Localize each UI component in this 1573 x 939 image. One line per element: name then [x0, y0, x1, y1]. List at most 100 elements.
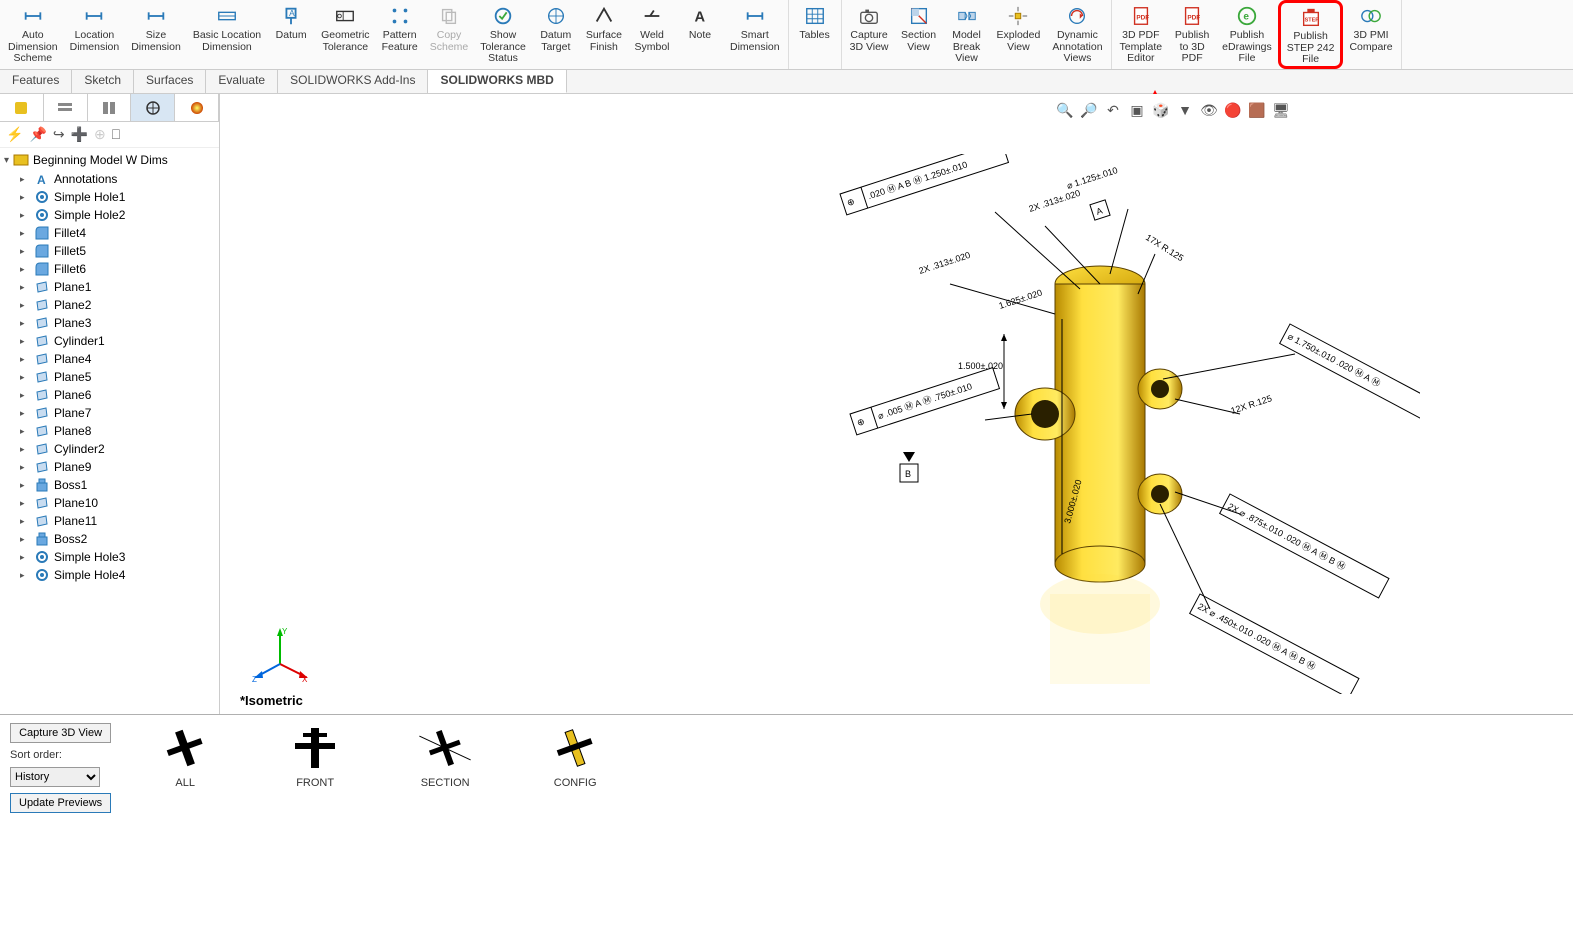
- tree-item-plane2[interactable]: ▸Plane2: [0, 296, 219, 314]
- thumbnail-all[interactable]: ALL: [135, 723, 235, 789]
- expand-icon[interactable]: ▸: [20, 228, 30, 239]
- section-view-icon[interactable]: ▣: [1127, 100, 1147, 120]
- expand-icon[interactable]: ▸: [20, 318, 30, 329]
- tree-item-simplehole4[interactable]: ▸Simple Hole4: [0, 566, 219, 584]
- auto-dimension-scheme-button[interactable]: AutoDimensionScheme: [2, 0, 64, 69]
- expand-icon[interactable]: ▸: [20, 192, 30, 203]
- tree-item-plane6[interactable]: ▸Plane6: [0, 386, 219, 404]
- geometric-tolerance-button[interactable]: GeometricTolerance: [315, 0, 375, 69]
- expand-icon[interactable]: ▸: [20, 426, 30, 437]
- render-icon[interactable]: 🖥: [1271, 100, 1291, 120]
- exploded-view-button[interactable]: ExplodedView: [991, 0, 1047, 69]
- tree-item-plane5[interactable]: ▸Plane5: [0, 368, 219, 386]
- tab-surfaces[interactable]: Surfaces: [134, 70, 206, 93]
- sort-order-select[interactable]: History: [10, 767, 100, 787]
- 3dpdf-template-editor-button[interactable]: PDF3D PDFTemplateEditor: [1114, 0, 1169, 69]
- tree-item-cylinder2[interactable]: ▸Cylinder2: [0, 440, 219, 458]
- tab-solidworks-mbd[interactable]: SOLIDWORKS MBD: [428, 70, 566, 93]
- expand-icon[interactable]: ▸: [20, 570, 30, 581]
- arrow-icon[interactable]: ↪: [53, 126, 65, 143]
- expand-icon[interactable]: ▸: [20, 444, 30, 455]
- expand-icon[interactable]: ▸: [20, 516, 30, 527]
- section-view-button[interactable]: SectionView: [895, 0, 943, 69]
- capture-3d-view-button[interactable]: Capture3D View: [844, 0, 895, 69]
- tree-item-plane4[interactable]: ▸Plane4: [0, 350, 219, 368]
- expand-icon[interactable]: ▸: [20, 390, 30, 401]
- note-button[interactable]: ANote: [676, 0, 724, 69]
- expand-icon[interactable]: ▸: [20, 210, 30, 221]
- tree-item-plane9[interactable]: ▸Plane9: [0, 458, 219, 476]
- expand-icon[interactable]: ▸: [20, 246, 30, 257]
- tree-item-annotations[interactable]: ▸AAnnotations: [0, 170, 219, 188]
- view-orientation-icon[interactable]: 🎲: [1151, 100, 1171, 120]
- tree-item-plane1[interactable]: ▸Plane1: [0, 278, 219, 296]
- plus-icon[interactable]: ➕: [71, 126, 88, 143]
- update-previews-button[interactable]: Update Previews: [10, 793, 111, 813]
- expand-icon[interactable]: ▸: [20, 372, 30, 383]
- appearance-icon[interactable]: 🔴: [1223, 100, 1243, 120]
- surface-finish-button[interactable]: SurfaceFinish: [580, 0, 628, 69]
- tree-item-fillet6[interactable]: ▸Fillet6: [0, 260, 219, 278]
- tree-item-fillet4[interactable]: ▸Fillet4: [0, 224, 219, 242]
- publish-step242-button[interactable]: STEPPublishSTEP 242File: [1278, 0, 1344, 69]
- thumbnail-config[interactable]: CONFIG: [525, 723, 625, 789]
- show-tolerance-status-button[interactable]: ShowToleranceStatus: [474, 0, 532, 69]
- tree-root-node[interactable]: ▾Beginning Model W Dims: [0, 150, 219, 170]
- tab-sketch[interactable]: Sketch: [72, 70, 134, 93]
- size-dimension-button[interactable]: SizeDimension: [125, 0, 187, 69]
- config-tab[interactable]: [88, 94, 132, 121]
- scene-icon[interactable]: 🟫: [1247, 100, 1267, 120]
- tree-item-plane8[interactable]: ▸Plane8: [0, 422, 219, 440]
- model-break-view-button[interactable]: ModelBreakView: [943, 0, 991, 69]
- pattern-feature-button[interactable]: PatternFeature: [376, 0, 424, 69]
- tree-item-simplehole2[interactable]: ▸Simple Hole2: [0, 206, 219, 224]
- expand-icon[interactable]: ▸: [20, 498, 30, 509]
- dynamic-annotation-views-button[interactable]: DynamicAnnotationViews: [1046, 0, 1108, 69]
- expand-icon[interactable]: ▾: [4, 155, 9, 166]
- tree-item-boss2[interactable]: ▸Boss2: [0, 530, 219, 548]
- hide-show-icon[interactable]: 👁: [1199, 100, 1219, 120]
- appearance-tab[interactable]: [175, 94, 219, 121]
- tables-button[interactable]: Tables: [791, 0, 839, 69]
- zoom-area-icon[interactable]: 🔎: [1079, 100, 1099, 120]
- datum-button[interactable]: ADatum: [267, 0, 315, 69]
- weld-symbol-button[interactable]: WeldSymbol: [628, 0, 676, 69]
- tree-item-plane7[interactable]: ▸Plane7: [0, 404, 219, 422]
- graphics-viewport[interactable]: 🔍 🔎 ↶ ▣ 🎲 ▼ 👁 🔴 🟫 🖥: [220, 94, 1573, 714]
- tree-item-plane11[interactable]: ▸Plane11: [0, 512, 219, 530]
- expand-icon[interactable]: ▸: [20, 336, 30, 347]
- basic-location-dimension-button[interactable]: Basic LocationDimension: [187, 0, 267, 69]
- tab-evaluate[interactable]: Evaluate: [206, 70, 278, 93]
- location-dimension-button[interactable]: LocationDimension: [64, 0, 126, 69]
- property-tab[interactable]: [44, 94, 88, 121]
- publish-edrawings-button[interactable]: ePublisheDrawingsFile: [1216, 0, 1278, 69]
- capture-3d-view-button[interactable]: Capture 3D View: [10, 723, 111, 743]
- expand-icon[interactable]: ▸: [20, 552, 30, 563]
- tree-item-fillet5[interactable]: ▸Fillet5: [0, 242, 219, 260]
- smart-dimension-button[interactable]: SmartDimension: [724, 0, 786, 69]
- expand-icon[interactable]: ▸: [20, 300, 30, 311]
- dimxpert-tab[interactable]: [131, 94, 175, 121]
- pin-icon[interactable]: 📌: [29, 126, 46, 143]
- expand-icon[interactable]: ▸: [20, 408, 30, 419]
- feature-tree-tab[interactable]: [0, 94, 44, 121]
- tree-item-simplehole3[interactable]: ▸Simple Hole3: [0, 548, 219, 566]
- prev-view-icon[interactable]: ↶: [1103, 100, 1123, 120]
- expand-icon[interactable]: ▸: [20, 480, 30, 491]
- filter-icon[interactable]: ⚡: [6, 126, 23, 143]
- tree-item-plane10[interactable]: ▸Plane10: [0, 494, 219, 512]
- tab-solidworks-add-ins[interactable]: SOLIDWORKS Add-Ins: [278, 70, 428, 93]
- datum-target-button[interactable]: DatumTarget: [532, 0, 580, 69]
- 3d-pmi-compare-button[interactable]: 3D PMICompare: [1343, 0, 1398, 69]
- expand-icon[interactable]: ▸: [20, 534, 30, 545]
- display-style-icon[interactable]: ▼: [1175, 100, 1195, 120]
- tree-item-plane3[interactable]: ▸Plane3: [0, 314, 219, 332]
- thumbnail-front[interactable]: FRONT: [265, 723, 365, 789]
- tree-item-simplehole1[interactable]: ▸Simple Hole1: [0, 188, 219, 206]
- publish-3d-pdf-button[interactable]: PDFPublishto 3DPDF: [1168, 0, 1216, 69]
- expand-icon[interactable]: ▸: [20, 282, 30, 293]
- bracket-icon[interactable]: ⎕: [112, 126, 120, 143]
- expand-icon[interactable]: ▸: [20, 174, 30, 185]
- tab-features[interactable]: Features: [0, 70, 72, 93]
- tree-item-boss1[interactable]: ▸Boss1: [0, 476, 219, 494]
